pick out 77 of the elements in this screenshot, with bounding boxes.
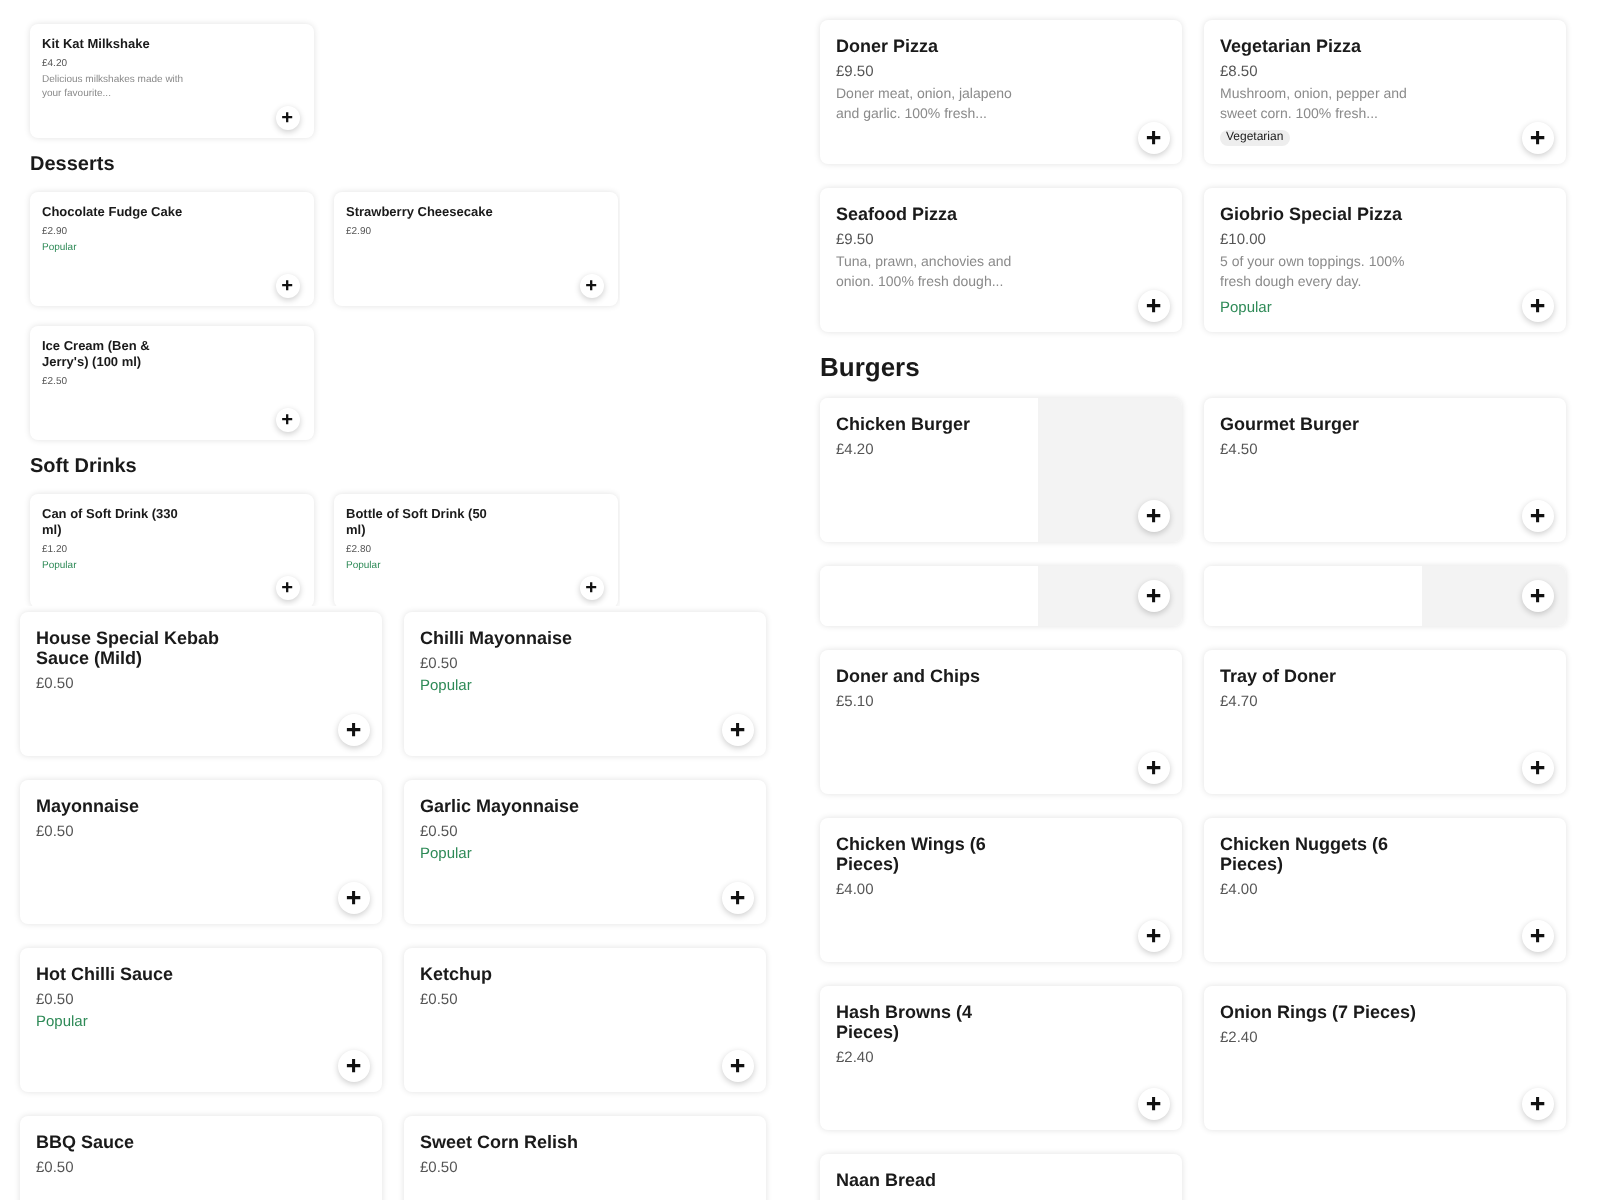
item-name: Chicken Nuggets (6 Pieces) (1220, 834, 1391, 874)
plus-icon (584, 278, 600, 294)
add-button[interactable] (1138, 500, 1170, 532)
item-name: Doner and Chips (836, 666, 981, 686)
add-button[interactable] (1522, 580, 1554, 612)
item-name: Mayonnaise (36, 796, 140, 816)
item-name: Giobrio Special Pizza (1220, 204, 1403, 224)
add-button[interactable] (1522, 1088, 1554, 1120)
item-name: Chilli Mayonnaise (420, 628, 573, 648)
menu-item-card[interactable]: Naan Bread (820, 1154, 1182, 1200)
item-name: Seafood Pizza (836, 204, 958, 224)
item-name: Hash Browns (4 Pieces) (836, 1002, 975, 1042)
item-name: Onion Rings (7 Pieces) (1220, 1002, 1417, 1022)
plus-icon (1144, 128, 1164, 148)
plus-icon (280, 110, 296, 126)
plus-icon (1528, 586, 1548, 606)
plus-icon (280, 278, 296, 294)
plus-icon (728, 720, 748, 740)
plus-icon (1528, 926, 1548, 946)
plus-icon (344, 720, 364, 740)
plus-icon (1144, 586, 1164, 606)
add-button[interactable] (722, 714, 754, 746)
add-button[interactable] (1522, 122, 1554, 154)
add-button[interactable] (338, 882, 370, 914)
add-button[interactable] (338, 714, 370, 746)
item-name: House Special Kebab Sauce (Mild) (36, 628, 222, 668)
item-name: Chicken Wings (6 Pieces) (836, 834, 988, 874)
section-heading: Soft Drinks (30, 456, 139, 478)
plus-icon (280, 412, 296, 428)
plus-icon (1528, 758, 1548, 778)
add-button[interactable] (276, 106, 300, 130)
item-name: Vegetarian Pizza (1220, 36, 1362, 56)
add-button[interactable] (1138, 752, 1170, 784)
item-name: BBQ Sauce (36, 1132, 135, 1152)
add-button[interactable] (580, 576, 604, 600)
add-button[interactable] (722, 882, 754, 914)
add-button[interactable] (276, 576, 300, 600)
item-name: Sweet Corn Relish (420, 1132, 579, 1152)
add-button[interactable] (1522, 500, 1554, 532)
add-button[interactable] (276, 408, 300, 432)
plus-icon (1144, 758, 1164, 778)
item-name: Ketchup (420, 964, 492, 984)
add-button[interactable] (580, 274, 604, 298)
plus-icon (1144, 506, 1164, 526)
section-heading: Desserts (30, 154, 117, 176)
item-name: Hot Chilli Sauce (36, 964, 174, 984)
plus-icon (1528, 128, 1548, 148)
add-button[interactable] (1138, 1088, 1170, 1120)
add-button[interactable] (1138, 580, 1170, 612)
plus-icon (728, 888, 748, 908)
add-button[interactable] (1138, 122, 1170, 154)
plus-icon (1144, 1094, 1164, 1114)
item-name: Gourmet Burger (1220, 414, 1360, 434)
add-button[interactable] (1522, 920, 1554, 952)
plus-icon (1528, 506, 1548, 526)
plus-icon (728, 1056, 748, 1076)
plus-icon (1144, 926, 1164, 946)
plus-icon (1528, 1094, 1548, 1114)
plus-icon (1144, 296, 1164, 316)
add-button[interactable] (276, 274, 300, 298)
item-name: Chicken Burger (836, 414, 971, 434)
plus-icon (344, 888, 364, 908)
item-name: Tray of Doner (1220, 666, 1337, 686)
item-name: Garlic Mayonnaise (420, 796, 580, 816)
item-name: Naan Bread (836, 1170, 937, 1190)
section-heading: Burgers (820, 352, 922, 382)
add-button[interactable] (338, 1050, 370, 1082)
plus-icon (280, 580, 296, 596)
add-button[interactable] (1522, 752, 1554, 784)
plus-icon (344, 1056, 364, 1076)
plus-icon (584, 580, 600, 596)
add-button[interactable] (722, 1050, 754, 1082)
add-button[interactable] (1522, 290, 1554, 322)
add-button[interactable] (1138, 290, 1170, 322)
item-name: Doner Pizza (836, 36, 939, 56)
plus-icon (1528, 296, 1548, 316)
add-button[interactable] (1138, 920, 1170, 952)
